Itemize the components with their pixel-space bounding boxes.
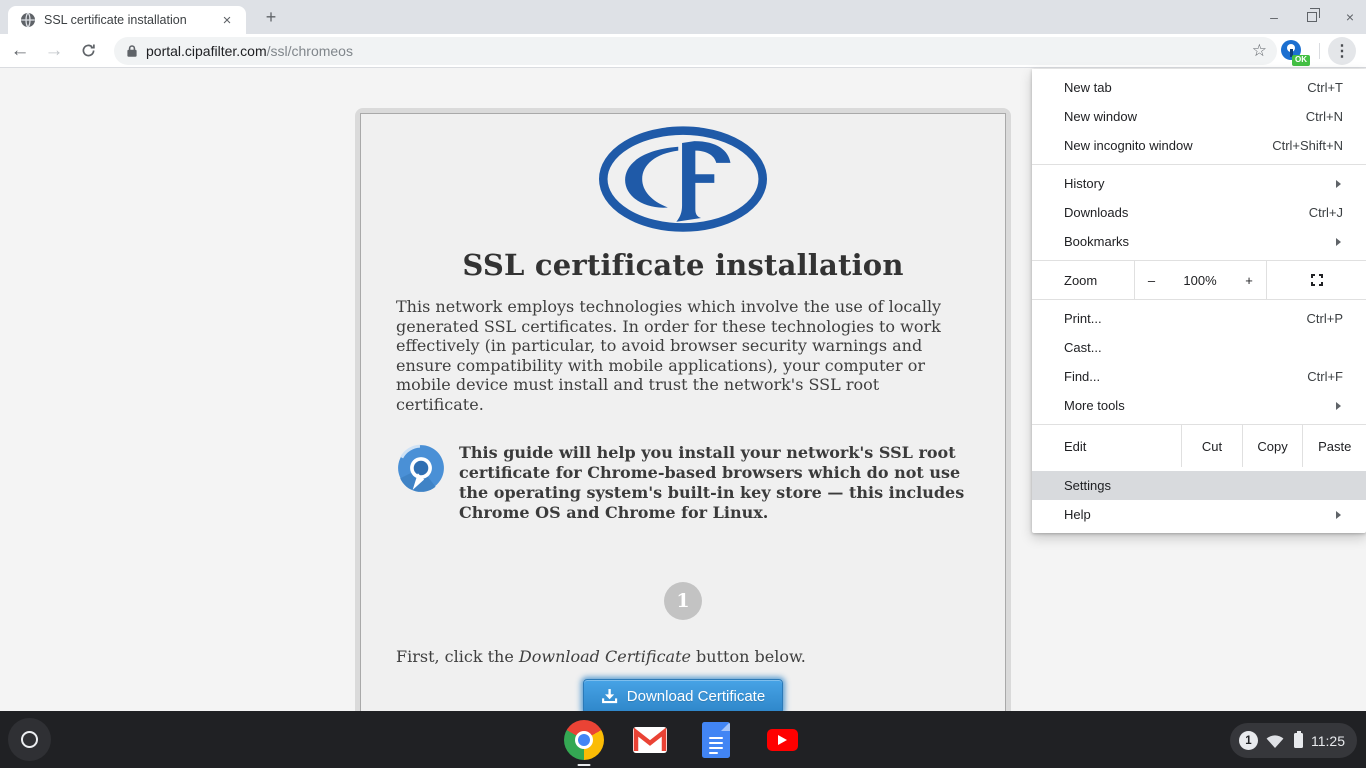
fullscreen-button[interactable] — [1266, 261, 1366, 299]
menu-item-downloads[interactable]: Downloads Ctrl+J — [1032, 198, 1366, 227]
download-icon — [601, 688, 618, 705]
cut-button[interactable]: Cut — [1181, 425, 1242, 467]
tab-strip: SSL certificate installation × + – × — [0, 0, 1366, 34]
launcher-icon — [21, 731, 38, 748]
restore-icon[interactable] — [1304, 9, 1320, 25]
menu-item-settings[interactable]: Settings — [1032, 471, 1366, 500]
menu-item-more-tools[interactable]: More tools — [1032, 391, 1366, 420]
chromium-icon — [396, 443, 446, 493]
zoom-in-button[interactable]: + — [1232, 261, 1266, 299]
clock: 11:25 — [1311, 733, 1345, 749]
menu-item-cast[interactable]: Cast... — [1032, 333, 1366, 362]
close-icon[interactable]: × — [1342, 9, 1358, 25]
wifi-icon — [1266, 734, 1284, 748]
gmail-app-icon[interactable] — [629, 711, 671, 768]
step-1-badge: 1 — [664, 582, 702, 620]
zoom-out-button[interactable]: – — [1134, 261, 1168, 299]
window-controls: – × — [1266, 0, 1358, 34]
bookmark-star-icon[interactable]: ☆ — [1252, 41, 1267, 61]
fullscreen-icon — [1310, 273, 1324, 287]
submenu-arrow-icon — [1336, 238, 1341, 246]
instruction-text: First, click the Download Certificate bu… — [396, 647, 970, 666]
battery-icon — [1294, 733, 1303, 748]
youtube-app-icon[interactable] — [761, 711, 803, 768]
edit-label: Edit — [1032, 425, 1181, 467]
chrome-guide-note: This guide will help you install your ne… — [396, 443, 970, 523]
menu-kebab-icon[interactable]: ⋮ — [1328, 37, 1356, 65]
menu-item-new-incognito-window[interactable]: New incognito window Ctrl+Shift+N — [1032, 131, 1366, 160]
content-card: SSL certificate installation This networ… — [355, 108, 1011, 711]
notification-count-badge: 1 — [1239, 731, 1258, 750]
guide-text: This guide will help you install your ne… — [459, 443, 970, 523]
active-app-indicator — [578, 764, 591, 767]
menu-edit-row: Edit Cut Copy Paste — [1032, 424, 1366, 467]
back-icon[interactable]: ← — [6, 37, 34, 65]
globe-favicon-icon — [20, 12, 36, 28]
minimize-icon[interactable]: – — [1266, 9, 1282, 25]
browser-toolbar: ← → portal.cipafilter.com/ssl/chromeos ☆… — [0, 34, 1366, 68]
reload-icon[interactable] — [74, 37, 102, 65]
chromeos-shelf: 1 11:25 — [0, 711, 1366, 768]
copy-button[interactable]: Copy — [1242, 425, 1303, 467]
menu-item-history[interactable]: History — [1032, 169, 1366, 198]
docs-app-icon[interactable] — [695, 711, 737, 768]
menu-item-help[interactable]: Help — [1032, 500, 1366, 529]
submenu-arrow-icon — [1336, 180, 1341, 188]
toolbar-right: OK ⋮ — [1281, 34, 1362, 68]
chrome-app-icon[interactable] — [563, 711, 605, 768]
menu-item-bookmarks[interactable]: Bookmarks — [1032, 227, 1366, 256]
tab-title: SSL certificate installation — [44, 13, 218, 27]
menu-item-find[interactable]: Find... Ctrl+F — [1032, 362, 1366, 391]
zoom-level: 100% — [1168, 261, 1232, 299]
instruction-em: Download Certificate — [519, 647, 691, 666]
menu-zoom-row: Zoom – 100% + — [1032, 260, 1366, 300]
paste-button[interactable]: Paste — [1302, 425, 1366, 467]
cipafilter-logo — [396, 124, 970, 240]
page-title: SSL certificate installation — [396, 248, 970, 282]
shelf-apps — [563, 711, 803, 768]
browser-tab[interactable]: SSL certificate installation × — [8, 6, 246, 34]
extension-icon[interactable]: OK — [1281, 40, 1303, 62]
submenu-arrow-icon — [1336, 511, 1341, 519]
extension-ok-badge: OK — [1292, 55, 1310, 66]
url-text: portal.cipafilter.com/ssl/chromeos — [146, 43, 1252, 59]
address-bar[interactable]: portal.cipafilter.com/ssl/chromeos ☆ — [114, 37, 1277, 65]
launcher-button[interactable] — [8, 718, 51, 761]
toolbar-divider — [1319, 43, 1320, 59]
url-host: portal.cipafilter.com — [146, 43, 267, 59]
tab-close-icon[interactable]: × — [218, 11, 236, 29]
menu-item-print[interactable]: Print... Ctrl+P — [1032, 304, 1366, 333]
download-certificate-button[interactable]: Download Certificate — [583, 679, 783, 711]
chrome-app-menu: New tab Ctrl+T New window Ctrl+N New inc… — [1032, 69, 1366, 533]
url-path: /ssl/chromeos — [267, 43, 353, 59]
chromeos-screen: SSL certificate installation × + – × ← →… — [0, 0, 1366, 768]
menu-item-new-tab[interactable]: New tab Ctrl+T — [1032, 73, 1366, 102]
system-tray[interactable]: 1 11:25 — [1230, 723, 1357, 758]
lock-icon — [126, 44, 138, 58]
zoom-label: Zoom — [1032, 261, 1134, 299]
intro-paragraph: This network employs technologies which … — [396, 297, 970, 414]
menu-item-new-window[interactable]: New window Ctrl+N — [1032, 102, 1366, 131]
submenu-arrow-icon — [1336, 402, 1341, 410]
forward-icon: → — [40, 37, 68, 65]
new-tab-icon[interactable]: + — [258, 4, 284, 30]
